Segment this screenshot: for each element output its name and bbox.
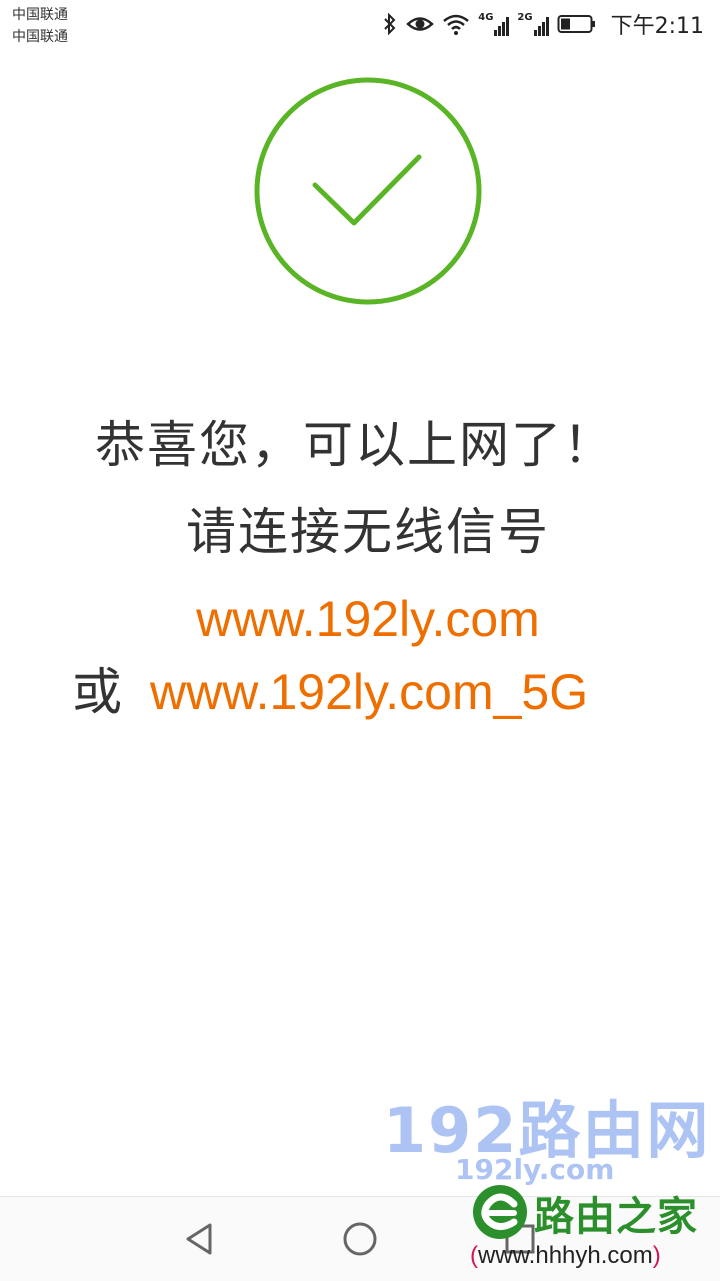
watermark-brand2-name: 路由之家	[534, 1194, 698, 1240]
url-close-paren: )	[652, 1242, 661, 1269]
watermark-brand2-url-row: (www.hhhyh.com)	[470, 1242, 661, 1270]
success-check-icon	[254, 77, 482, 305]
bluetooth-icon	[384, 12, 396, 36]
signal-icon-4g: 4G	[478, 12, 510, 36]
eye-icon	[406, 17, 435, 31]
clock: 下午2:11	[610, 14, 704, 39]
url-open-paren: (	[470, 1242, 478, 1269]
status-bar: 中国联通 中国联通 4G 2G 下午2:11	[0, 0, 720, 48]
or-label: 或	[72, 663, 122, 721]
ssid-alt-row: 或 www.192ly.com_5G	[72, 652, 588, 724]
status-icons: 4G 2G 下午2:11	[382, 8, 704, 40]
battery-icon	[557, 15, 595, 33]
router-home-logo-icon	[473, 1185, 527, 1239]
connect-instruction: 请连接无线信号	[186, 503, 550, 561]
wifi-icon	[443, 14, 470, 35]
watermark-logo-block: 路由之家 (www.hhhyh.com)	[470, 1178, 720, 1278]
home-icon[interactable]	[338, 1217, 382, 1261]
ssid-5g: www.192ly.com_5G	[150, 664, 589, 720]
ssid-primary: www.192ly.com	[196, 591, 540, 647]
success-title: 恭喜您，可以上网了！	[95, 416, 615, 474]
signal-icon-2g: 2G	[517, 12, 549, 36]
watermark-brand2-url: www.hhhyh.com	[478, 1242, 653, 1269]
network-type-4g: 4G	[478, 12, 494, 23]
carrier-1-label: 中国联通	[12, 7, 68, 23]
back-icon[interactable]	[178, 1217, 222, 1261]
carrier-2-label: 中国联通	[12, 29, 68, 45]
network-type-2g: 2G	[517, 12, 533, 23]
